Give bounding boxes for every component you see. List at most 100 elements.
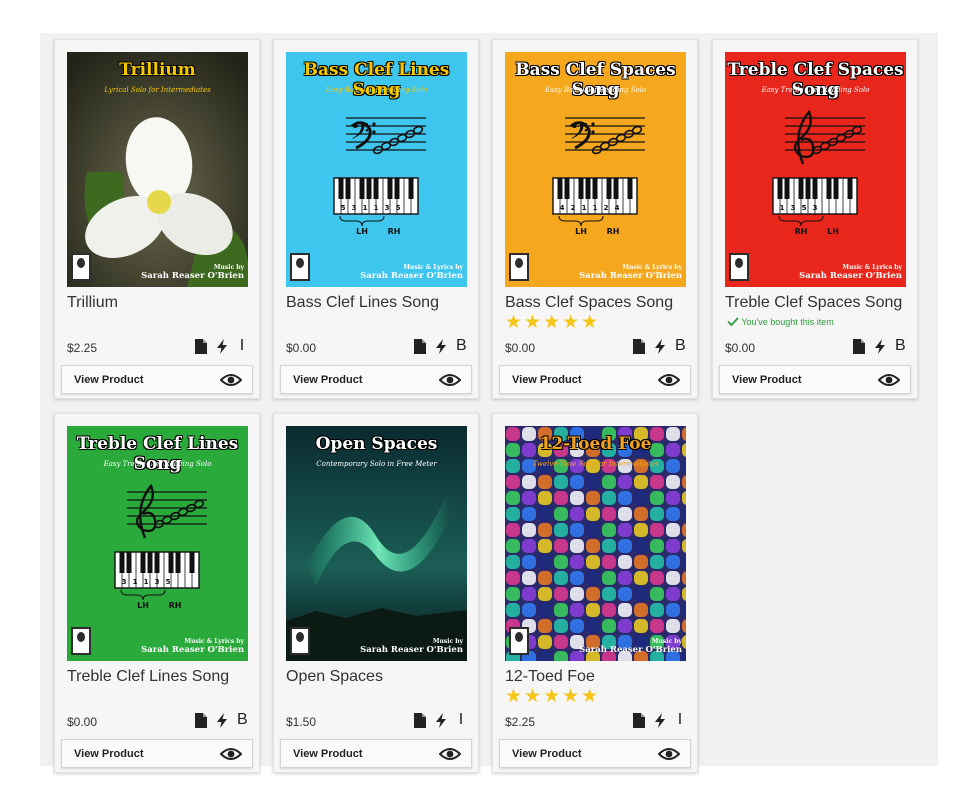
svg-text:LH: LH xyxy=(575,227,587,236)
svg-text:3: 3 xyxy=(122,578,127,586)
credit-label: Music by xyxy=(432,638,463,645)
file-icon xyxy=(195,712,207,728)
product-card[interactable]: Trillium Lyrical Solo for Intermediates … xyxy=(54,39,260,399)
svg-text:4: 4 xyxy=(560,204,565,212)
product-card[interactable]: 3 1 1 3 5 LH RH Treble Clef Lines Song Easy Tr… xyxy=(54,413,260,773)
cover-subtitle: Easy Treble Clef Reading Solo xyxy=(761,86,870,94)
cover-credit: Music & Lyrics by Sarah Reaser O'Brien xyxy=(141,638,244,655)
credit-label: Music by xyxy=(651,638,682,645)
product-card[interactable]: 𝄢 4 2 1 1 2 4 LH RH Bass Clef Spaces Song Easy B… xyxy=(492,39,698,399)
credit-name: Sarah Reaser O'Brien xyxy=(141,645,244,655)
cover-credit: Music & Lyrics by Sarah Reaser O'Brien xyxy=(799,264,902,281)
cover-title: Trillium xyxy=(119,60,196,80)
cover-credit: Music by Sarah Reaser O'Brien xyxy=(579,638,682,655)
view-product-label: View Product xyxy=(512,374,582,386)
product-cover-image[interactable]: 12-Toed Foe Twelve-Tone Solo for Interme… xyxy=(505,426,686,661)
product-meta: B xyxy=(853,337,906,355)
level-indicator: I xyxy=(458,711,464,728)
file-icon xyxy=(195,338,207,354)
cover-credit: Music & Lyrics by Sarah Reaser O'Brien xyxy=(360,264,463,281)
product-meta: B xyxy=(633,337,686,355)
lightning-icon xyxy=(436,338,446,354)
credit-label: Music & Lyrics by xyxy=(622,264,682,271)
cover-title: Bass Clef Lines Song xyxy=(303,60,450,100)
credit-label: Music & Lyrics by xyxy=(403,264,463,271)
credit-name: Sarah Reaser O'Brien xyxy=(360,645,463,655)
cover-title: Open Spaces xyxy=(315,434,438,454)
svg-text:RH: RH xyxy=(388,227,401,236)
credit-name: Sarah Reaser O'Brien xyxy=(579,645,682,655)
svg-text:1: 1 xyxy=(363,204,368,212)
file-icon xyxy=(414,338,426,354)
rating-stars: ★★★★★ xyxy=(505,686,601,707)
product-title[interactable]: 12-Toed Foe xyxy=(505,668,595,686)
view-product-button[interactable]: View Product xyxy=(719,365,911,394)
lightning-icon xyxy=(655,712,665,728)
check-icon xyxy=(727,317,739,327)
svg-text:RH: RH xyxy=(169,601,182,610)
view-product-button[interactable]: View Product xyxy=(499,365,691,394)
level-indicator: B xyxy=(675,337,686,354)
product-card[interactable]: 12-Toed Foe Twelve-Tone Solo for Interme… xyxy=(492,413,698,773)
view-product-label: View Product xyxy=(74,748,144,760)
svg-text:1: 1 xyxy=(593,204,598,212)
publisher-logo xyxy=(729,253,749,281)
svg-text:3: 3 xyxy=(385,204,390,212)
product-cover-image[interactable]: 1 3 5 3 RH LH Treble Clef Spaces Song Easy Tr… xyxy=(725,52,906,287)
product-cover-image[interactable]: 3 1 1 3 5 LH RH Treble Clef Lines Song Easy Tr… xyxy=(67,426,248,661)
product-card[interactable]: Open Spaces Contemporary Solo in Free Me… xyxy=(273,413,479,773)
eye-icon xyxy=(438,748,462,760)
svg-text:2: 2 xyxy=(604,204,609,212)
product-title[interactable]: Bass Clef Spaces Song xyxy=(505,294,673,312)
lightning-icon xyxy=(875,338,885,354)
svg-text:4: 4 xyxy=(615,204,620,212)
svg-text:LH: LH xyxy=(356,227,368,236)
product-cover-image[interactable]: Open Spaces Contemporary Solo in Free Me… xyxy=(286,426,467,661)
level-indicator: B xyxy=(237,711,248,728)
view-product-button[interactable]: View Product xyxy=(280,739,472,768)
product-title[interactable]: Treble Clef Lines Song xyxy=(67,668,229,686)
svg-text:1: 1 xyxy=(582,204,587,212)
product-cover-image[interactable]: 𝄢 5 3 1 1 3 5 LH RH Bass Clef Lines Song Easy Ba… xyxy=(286,52,467,287)
svg-text:5: 5 xyxy=(341,204,346,212)
cover-credit: Music by Sarah Reaser O'Brien xyxy=(360,638,463,655)
svg-text:1: 1 xyxy=(780,204,785,212)
view-product-label: View Product xyxy=(293,374,363,386)
view-product-button[interactable]: View Product xyxy=(280,365,472,394)
svg-text:3: 3 xyxy=(813,204,818,212)
svg-text:RH: RH xyxy=(795,227,808,236)
product-cover-image[interactable]: Trillium Lyrical Solo for Intermediates … xyxy=(67,52,248,287)
product-price: $0.00 xyxy=(505,341,536,355)
view-product-button[interactable]: View Product xyxy=(499,739,691,768)
cover-credit: Music & Lyrics by Sarah Reaser O'Brien xyxy=(579,264,682,281)
svg-text:5: 5 xyxy=(396,204,401,212)
svg-text:LH: LH xyxy=(827,227,839,236)
product-cover-image[interactable]: 𝄢 4 2 1 1 2 4 LH RH Bass Clef Spaces Song Easy B… xyxy=(505,52,686,287)
credit-name: Sarah Reaser O'Brien xyxy=(579,271,682,281)
product-card[interactable]: 𝄢 5 3 1 1 3 5 LH RH Bass Clef Lines Song Easy Ba… xyxy=(273,39,479,399)
cover-subtitle: Easy Bass Clef Reading Solo xyxy=(544,86,647,94)
cover-subtitle: Easy Treble Clef Reading Solo xyxy=(103,460,212,468)
bought-label: You've bought this item xyxy=(741,317,834,327)
product-title[interactable]: Trillium xyxy=(67,294,118,312)
product-price: $0.00 xyxy=(286,341,317,355)
svg-text:3: 3 xyxy=(791,204,796,212)
svg-text:1: 1 xyxy=(133,578,138,586)
product-meta: B xyxy=(195,711,248,729)
product-title[interactable]: Open Spaces xyxy=(286,668,383,686)
credit-label: Music by xyxy=(213,264,244,271)
product-meta: I xyxy=(195,337,247,355)
lightning-icon xyxy=(436,712,446,728)
product-price: $0.00 xyxy=(725,341,756,355)
view-product-button[interactable]: View Product xyxy=(61,365,253,394)
product-card[interactable]: 1 3 5 3 RH LH Treble Clef Spaces Song Easy Tr… xyxy=(712,39,918,399)
view-product-label: View Product xyxy=(293,748,363,760)
product-title[interactable]: Bass Clef Lines Song xyxy=(286,294,439,312)
level-indicator: I xyxy=(677,711,683,728)
file-icon xyxy=(633,712,645,728)
product-price: $2.25 xyxy=(505,715,536,729)
eye-icon xyxy=(657,748,681,760)
credit-label: Music & Lyrics by xyxy=(184,638,244,645)
product-title[interactable]: Treble Clef Spaces Song xyxy=(725,294,902,312)
view-product-button[interactable]: View Product xyxy=(61,739,253,768)
